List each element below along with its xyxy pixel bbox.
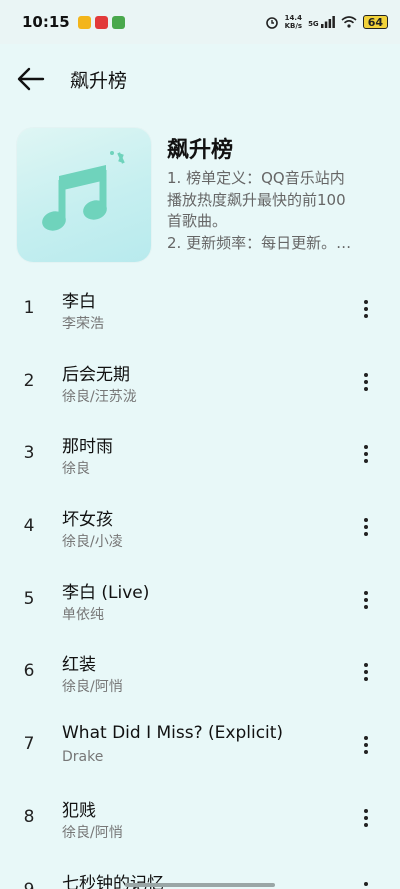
home-indicator[interactable] <box>125 883 275 887</box>
song-rank: 9 <box>22 880 36 889</box>
song-title: 红装 <box>62 655 96 676</box>
song-row[interactable]: 5 李白 (Live) 单依纯 <box>0 565 400 638</box>
song-rank: 8 <box>23 806 35 827</box>
back-button[interactable] <box>14 62 48 96</box>
more-dot <box>364 677 368 682</box>
more-dot <box>364 750 368 755</box>
song-row[interactable]: 4 坏女孩 徐良/小凌 <box>0 492 400 565</box>
playlist-title: 飙升榜 <box>167 138 234 163</box>
song-title: 李白 (Live) <box>62 582 150 603</box>
more-options-button[interactable] <box>352 585 380 615</box>
song-rank: 6 <box>23 661 35 682</box>
more-dot <box>364 314 368 318</box>
more-dot <box>364 372 368 377</box>
song-title: 李白 <box>62 292 96 312</box>
description-line: 首歌曲。 <box>167 212 228 230</box>
more-dot <box>364 881 368 886</box>
song-rank: 1 <box>23 298 35 318</box>
more-dot <box>364 663 368 668</box>
notification-app-icon <box>77 15 91 29</box>
more-dot <box>364 532 368 537</box>
more-dot <box>364 736 368 741</box>
more-dot <box>364 815 368 820</box>
song-row[interactable]: 2 后会无期 徐良/汪苏泷 <box>0 347 400 420</box>
song-artist: 徐良/阿悄 <box>62 824 123 841</box>
more-dot <box>364 386 368 391</box>
song-artist: 单依纯 <box>62 606 104 623</box>
song-title: 那时雨 <box>62 437 113 458</box>
song-row[interactable]: 8 犯贱 徐良/阿悄 <box>0 783 400 856</box>
more-dot <box>364 808 368 813</box>
more-options-button[interactable] <box>352 876 380 889</box>
song-artist: 徐良/汪苏泷 <box>62 388 137 405</box>
song-artist: Drake <box>62 749 104 766</box>
app-header: 飙升榜 <box>0 44 400 114</box>
more-dot <box>364 670 368 675</box>
song-row[interactable]: 6 红装 徐良/阿悄 <box>0 637 400 710</box>
more-dot <box>364 459 368 464</box>
battery-indicator: 64 <box>362 15 388 29</box>
song-rank: 7 <box>23 734 35 755</box>
more-options-button[interactable] <box>352 294 380 324</box>
more-dot <box>364 597 368 602</box>
song-row[interactable]: 7 What Did I Miss? (Explicit) Drake <box>0 710 400 783</box>
song-title: 犯贱 <box>62 800 96 821</box>
song-title: What Did I Miss? (Explicit) <box>62 723 284 744</box>
more-dot <box>364 307 368 311</box>
more-dot <box>364 590 368 595</box>
song-list: 1 李白 李荣浩 2 后会无期 徐良/汪苏泷 3 那时雨 徐良 4 坏女孩 徐良… <box>0 274 400 889</box>
wifi-icon <box>341 16 357 28</box>
net-speed: 14.4 KB/s <box>285 14 302 30</box>
song-artist: 徐良 <box>62 461 90 478</box>
signal-group: 5G <box>308 16 335 28</box>
notification-icons <box>77 15 125 29</box>
net-speed-value: 14.4 <box>284 14 302 22</box>
description-line: 2. 更新频率：每日更新。… <box>167 233 352 252</box>
song-artist: 徐良/阿悄 <box>62 679 123 696</box>
arrow-left-icon <box>17 67 45 91</box>
more-dot <box>364 518 368 523</box>
more-dot <box>364 525 368 530</box>
signal-label: 5G <box>308 20 319 28</box>
net-speed-unit: KB/s <box>284 22 303 30</box>
song-row[interactable]: 3 那时雨 徐良 <box>0 419 400 492</box>
song-title: 后会无期 <box>62 364 130 385</box>
notification-app-icon <box>94 15 108 29</box>
more-dot <box>364 379 368 384</box>
song-row[interactable]: 1 李白 李荣浩 <box>0 274 400 347</box>
description-line: 1. 榜单定义：QQ音乐站内 <box>167 169 345 187</box>
playlist-description[interactable]: 1. 榜单定义：QQ音乐站内 播放热度飙升最快的前100 首歌曲。 2. 更新频… <box>167 168 385 254</box>
more-dot <box>364 604 368 609</box>
music-note-icon <box>42 151 125 231</box>
song-artist: 徐良/小凌 <box>62 534 123 551</box>
more-dot <box>364 452 368 457</box>
status-right: 14.4 KB/s 5G 64 <box>265 14 388 30</box>
alarm-icon <box>265 17 278 29</box>
page-title: 飙升榜 <box>70 70 128 92</box>
more-options-button[interactable] <box>352 512 380 542</box>
song-rank: 2 <box>23 370 35 391</box>
song-rank: 5 <box>23 588 35 609</box>
signal-icon <box>320 16 335 28</box>
more-dot <box>364 300 368 304</box>
song-artist: 李荣浩 <box>62 316 104 332</box>
more-options-button[interactable] <box>352 730 380 760</box>
more-options-button[interactable] <box>352 657 380 687</box>
song-rank: 3 <box>23 443 35 464</box>
description-line: 播放热度飙升最快的前100 <box>167 190 346 209</box>
status-time: 10:15 <box>22 13 70 31</box>
more-dot <box>364 445 368 450</box>
notification-app-icon <box>111 15 125 29</box>
more-options-button[interactable] <box>352 803 380 833</box>
playlist-cover <box>17 128 151 262</box>
more-options-button[interactable] <box>352 367 380 397</box>
song-title: 坏女孩 <box>62 510 113 531</box>
more-options-button[interactable] <box>352 439 380 469</box>
more-dot <box>364 822 368 827</box>
song-rank: 4 <box>23 516 35 537</box>
status-bar: 10:15 14.4 KB/s 5G 64 <box>0 0 400 44</box>
more-dot <box>364 743 368 748</box>
